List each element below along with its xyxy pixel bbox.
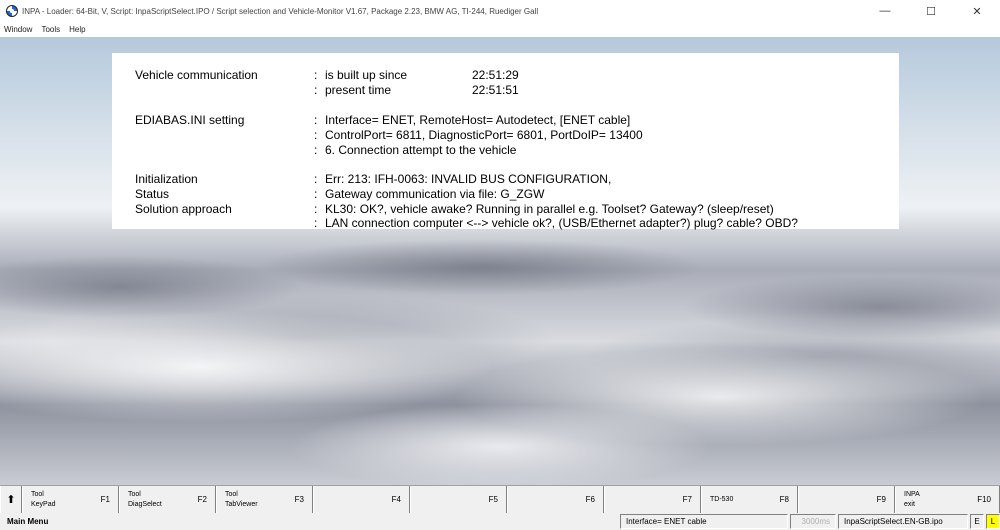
solution-line-2: LAN connection computer <--> vehicle ok?… — [325, 216, 798, 230]
colon: : — [314, 172, 318, 186]
fkey-number: F2 — [197, 495, 207, 504]
fkey-line1: INPA — [904, 491, 920, 498]
vehicle-info-panel: Vehicle communication : is built up sinc… — [112, 53, 899, 230]
status-label: Status — [135, 187, 170, 201]
connection-attempt: 6. Connection attempt to the vehicle — [325, 143, 517, 157]
f10-exit-button[interactable]: INPA exit F10 — [895, 486, 1000, 514]
fkey-line2: TabViewer — [225, 501, 258, 508]
up-arrow-icon: ⬆ — [6, 494, 16, 506]
status-script-file: InpaScriptSelect.EN-GB.ipo — [838, 514, 968, 529]
status-bar: Main Menu Interface= ENET cable 3000ms I… — [0, 513, 1000, 530]
ediabas-ports: ControlPort= 6811, DiagnosticPort= 6801,… — [325, 128, 643, 142]
fkey-line1: Tool — [31, 491, 44, 498]
bmw-logo-icon — [6, 5, 18, 17]
f4-button[interactable]: F4 — [313, 486, 410, 514]
built-up-time: 22:51:29 — [472, 68, 519, 82]
colon: : — [314, 83, 318, 97]
function-key-bar: ⬆ Tool KeyPad F1 Tool DiagSelect F2 Tool… — [0, 485, 1000, 514]
fkey-line1: Tool — [128, 491, 141, 498]
maximize-button[interactable]: ☐ — [908, 0, 954, 22]
f3-button[interactable]: Tool TabViewer F3 — [216, 486, 313, 514]
fkey-number: F6 — [585, 495, 595, 504]
menu-tools[interactable]: Tools — [37, 25, 65, 34]
solution-line-1: KL30: OK?, vehicle awake? Running in par… — [325, 202, 774, 216]
fkey-line1: Tool — [225, 491, 238, 498]
fkey-number: F8 — [779, 495, 789, 504]
status-value: Gateway communication via file: G_ZGW — [325, 187, 545, 201]
fkey-number: F4 — [391, 495, 401, 504]
status-e-flag: E — [970, 514, 984, 529]
menu-bar: Window Tools Help — [0, 22, 1000, 37]
f6-button[interactable]: F6 — [507, 486, 604, 514]
window-title: INPA - Loader: 64-Bit, V, Script: InpaSc… — [22, 6, 539, 16]
present-time-label: present time — [325, 83, 392, 97]
solution-label: Solution approach — [135, 202, 232, 216]
fkey-number: F3 — [294, 495, 304, 504]
ediabas-label: EDIABAS.INI setting — [135, 113, 245, 127]
f7-button[interactable]: F7 — [604, 486, 701, 514]
background-clouds: Vehicle communication : is built up sinc… — [0, 37, 1000, 485]
colon: : — [314, 128, 318, 142]
fkey-number: F1 — [100, 495, 110, 504]
f9-button[interactable]: F9 — [798, 486, 895, 514]
initialization-label: Initialization — [135, 172, 198, 186]
ediabas-interface: Interface= ENET, RemoteHost= Autodetect,… — [325, 113, 631, 127]
status-interface: Interface= ENET cable — [620, 514, 788, 529]
fkey-line2: DiagSelect — [128, 501, 162, 508]
minimize-button[interactable]: — — [862, 0, 908, 22]
menu-window[interactable]: Window — [0, 25, 37, 34]
present-time-value: 22:51:51 — [472, 83, 519, 97]
initialization-value: Err: 213: IFH-0063: INVALID BUS CONFIGUR… — [325, 172, 612, 186]
f5-button[interactable]: F5 — [410, 486, 507, 514]
colon: : — [314, 187, 318, 201]
menu-help[interactable]: Help — [65, 25, 90, 34]
status-main-menu: Main Menu — [7, 517, 49, 526]
f8-button[interactable]: TD-530 F8 — [701, 486, 798, 514]
fkey-line2: exit — [904, 501, 915, 508]
colon: : — [314, 216, 318, 230]
fkey-number: F5 — [488, 495, 498, 504]
status-l-flag: L — [986, 514, 1000, 529]
built-up-label: is built up since — [325, 68, 408, 82]
fkey-line2: KeyPad — [31, 501, 56, 508]
fkey-number: F7 — [682, 495, 692, 504]
vehicle-comm-label: Vehicle communication — [135, 68, 258, 82]
f2-button[interactable]: Tool DiagSelect F2 — [119, 486, 216, 514]
fkey-line1: TD-530 — [710, 496, 734, 503]
close-button[interactable]: ✕ — [954, 0, 1000, 22]
fkey-number: F9 — [876, 495, 886, 504]
fkey-number: F10 — [977, 495, 991, 504]
f1-button[interactable]: Tool KeyPad F1 — [22, 486, 119, 514]
colon: : — [314, 68, 318, 82]
colon: : — [314, 113, 318, 127]
colon: : — [314, 202, 318, 216]
title-bar: INPA - Loader: 64-Bit, V, Script: InpaSc… — [0, 0, 1000, 22]
up-arrow-button[interactable]: ⬆ — [0, 486, 22, 514]
status-timing: 3000ms — [790, 514, 836, 529]
colon: : — [314, 143, 318, 157]
